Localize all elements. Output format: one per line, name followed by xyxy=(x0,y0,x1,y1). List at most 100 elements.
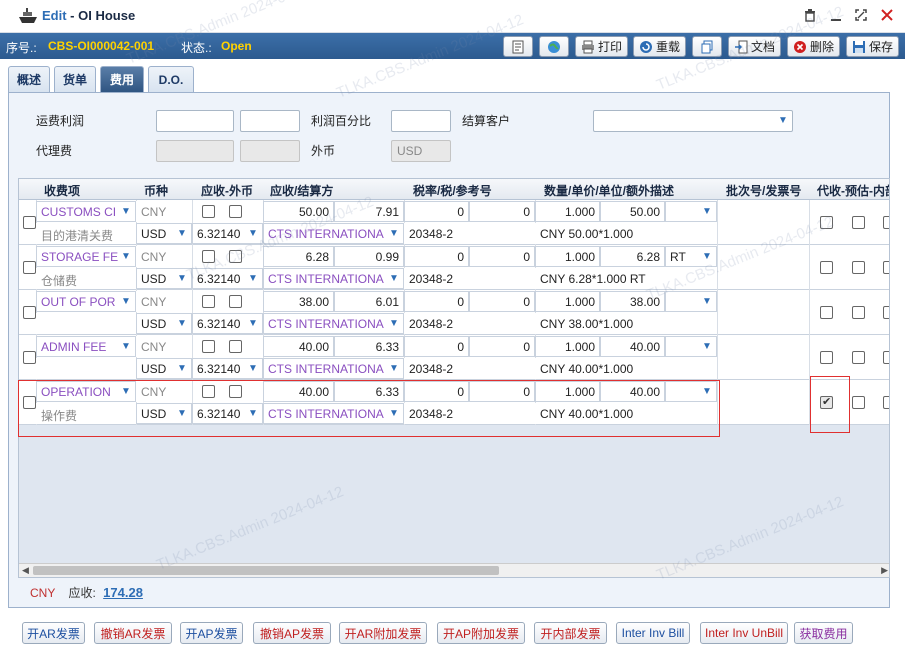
collect-checkbox[interactable] xyxy=(820,306,833,319)
collect-checkbox[interactable] xyxy=(820,216,833,229)
amount-input[interactable]: 40.00 xyxy=(263,336,334,357)
currency-select[interactable]: USD ▼ xyxy=(136,268,192,289)
document-button[interactable]: 文档 xyxy=(728,36,781,57)
collect-checkbox[interactable] xyxy=(820,261,833,274)
collect-checkbox[interactable] xyxy=(820,351,833,364)
settle-party-select[interactable]: CTS INTERNATIONA ▼ xyxy=(263,268,404,289)
amount-input[interactable]: 50.00 xyxy=(263,201,334,222)
tax-input[interactable]: 0 xyxy=(469,291,535,312)
settle-party-select[interactable]: CTS INTERNATIONA ▼ xyxy=(263,358,404,379)
fetch-charges-button[interactable]: 获取费用 xyxy=(794,622,853,644)
currency-select[interactable]: USD ▼ xyxy=(136,223,192,244)
currency-select[interactable]: USD ▼ xyxy=(136,313,192,334)
freight-profit-input-2[interactable] xyxy=(240,110,300,132)
amount-foreign-input[interactable]: 6.01 xyxy=(334,291,404,312)
estimate-checkbox[interactable] xyxy=(852,396,865,409)
row-select-checkbox[interactable] xyxy=(23,216,36,229)
foreign-currency-checkbox[interactable] xyxy=(229,340,242,353)
quantity-input[interactable]: 1.000 xyxy=(535,201,600,222)
receivable-checkbox[interactable] xyxy=(202,295,215,308)
tax-rate-input[interactable]: 0 xyxy=(404,336,469,357)
scroll-right-icon[interactable]: ▶ xyxy=(881,565,888,576)
reload-button[interactable]: 重载 xyxy=(633,36,686,57)
issue-ar-extra-invoice-button[interactable]: 开AR附加发票 xyxy=(339,622,427,644)
tax-input[interactable]: 0 xyxy=(469,201,535,222)
tab-cargo[interactable]: 货单 xyxy=(54,66,96,92)
tax-rate-input[interactable]: 0 xyxy=(404,246,469,267)
row-select-checkbox[interactable] xyxy=(23,351,36,364)
print-button[interactable]: 打印 xyxy=(575,36,628,57)
settle-customer-select[interactable]: ▼ xyxy=(593,110,793,132)
estimate-checkbox[interactable] xyxy=(852,351,865,364)
estimate-checkbox[interactable] xyxy=(852,261,865,274)
internal-checkbox[interactable] xyxy=(883,261,889,274)
foreign-currency-checkbox[interactable] xyxy=(229,205,242,218)
issue-internal-invoice-button[interactable]: 开内部发票 xyxy=(534,622,607,644)
quantity-input[interactable]: 1.000 xyxy=(535,291,600,312)
header-settle-party[interactable]: 应收/结算方 xyxy=(270,182,333,199)
freight-profit-input[interactable] xyxy=(156,110,234,132)
tax-input[interactable]: 0 xyxy=(469,246,535,267)
charge-item-select[interactable]: ADMIN FEE ▼ xyxy=(36,336,136,357)
amount-foreign-input[interactable]: 6.33 xyxy=(334,336,404,357)
unit-select[interactable]: ▼ xyxy=(665,291,717,312)
maximize-icon[interactable] xyxy=(853,8,869,24)
unit-price-input[interactable]: 40.00 xyxy=(600,336,665,357)
header-batch-invoice[interactable]: 批次号/发票号 xyxy=(726,182,801,199)
unit-price-input[interactable]: 38.00 xyxy=(600,291,665,312)
charge-item-select[interactable]: OUT OF POR ▼ xyxy=(36,291,136,312)
exchange-rate-select[interactable]: 6.32140 ▼ xyxy=(192,223,263,244)
amount-input[interactable]: 38.00 xyxy=(263,291,334,312)
exchange-rate-select[interactable]: 6.32140 ▼ xyxy=(192,268,263,289)
globe-button[interactable] xyxy=(539,36,569,57)
estimate-checkbox[interactable] xyxy=(852,216,865,229)
charge-item-select[interactable]: CUSTOMS CI ▼ xyxy=(36,201,136,222)
delete-button[interactable]: 删除 xyxy=(787,36,840,57)
charge-item-select[interactable]: STORAGE FE ▼ xyxy=(36,246,136,267)
row-select-checkbox[interactable] xyxy=(23,261,36,274)
internal-checkbox[interactable] xyxy=(883,216,889,229)
cancel-ap-invoice-button[interactable]: 撤销AP发票 xyxy=(253,622,331,644)
receivable-checkbox[interactable] xyxy=(202,205,215,218)
tab-overview[interactable]: 概述 xyxy=(8,66,50,92)
amount-foreign-input[interactable]: 0.99 xyxy=(334,246,404,267)
header-charge-item[interactable]: 收费项 xyxy=(44,182,80,199)
unit-select[interactable]: ▼ xyxy=(665,201,717,222)
row-select-checkbox[interactable] xyxy=(23,306,36,319)
receivable-checkbox[interactable] xyxy=(202,340,215,353)
tab-charges[interactable]: 费用 xyxy=(100,66,144,92)
internal-checkbox[interactable] xyxy=(883,306,889,319)
trash-icon[interactable] xyxy=(802,8,818,24)
unit-price-input[interactable]: 50.00 xyxy=(600,201,665,222)
scroll-left-icon[interactable]: ◀ xyxy=(22,565,29,576)
exchange-rate-select[interactable]: 6.32140 ▼ xyxy=(192,358,263,379)
tax-input[interactable]: 0 xyxy=(469,336,535,357)
settle-party-select[interactable]: CTS INTERNATIONA ▼ xyxy=(263,313,404,334)
header-collect-estimate[interactable]: 代收-预估-内部 xyxy=(817,182,889,199)
settle-party-select[interactable]: CTS INTERNATIONA ▼ xyxy=(263,223,404,244)
tab-do[interactable]: D.O. xyxy=(148,66,194,92)
internal-checkbox[interactable] xyxy=(883,396,889,409)
internal-checkbox[interactable] xyxy=(883,351,889,364)
quantity-input[interactable]: 1.000 xyxy=(535,246,600,267)
cancel-ar-invoice-button[interactable]: 撤销AR发票 xyxy=(94,622,172,644)
issue-ap-invoice-button[interactable]: 开AP发票 xyxy=(180,622,243,644)
quantity-input[interactable]: 1.000 xyxy=(535,336,600,357)
tax-rate-input[interactable]: 0 xyxy=(404,201,469,222)
amount-input[interactable]: 6.28 xyxy=(263,246,334,267)
foreign-currency-checkbox[interactable] xyxy=(229,295,242,308)
header-tax-ref[interactable]: 税率/税/参考号 xyxy=(413,182,492,199)
inter-inv-unbill-button[interactable]: Inter Inv UnBill xyxy=(700,622,788,644)
close-icon[interactable] xyxy=(879,8,895,24)
memo-button[interactable] xyxy=(503,36,533,57)
horizontal-scrollbar[interactable]: ◀ ▶ xyxy=(19,563,889,577)
unit-select[interactable]: RT ▼ xyxy=(665,246,717,267)
save-button[interactable]: 保存 xyxy=(846,36,899,57)
minimize-icon[interactable] xyxy=(828,8,844,24)
header-currency[interactable]: 币种 xyxy=(144,182,168,199)
scrollbar-thumb[interactable] xyxy=(33,566,499,575)
inter-inv-bill-button[interactable]: Inter Inv Bill xyxy=(616,622,690,644)
summary-receivable-value[interactable]: 174.28 xyxy=(103,585,143,600)
unit-select[interactable]: ▼ xyxy=(665,336,717,357)
amount-foreign-input[interactable]: 7.91 xyxy=(334,201,404,222)
